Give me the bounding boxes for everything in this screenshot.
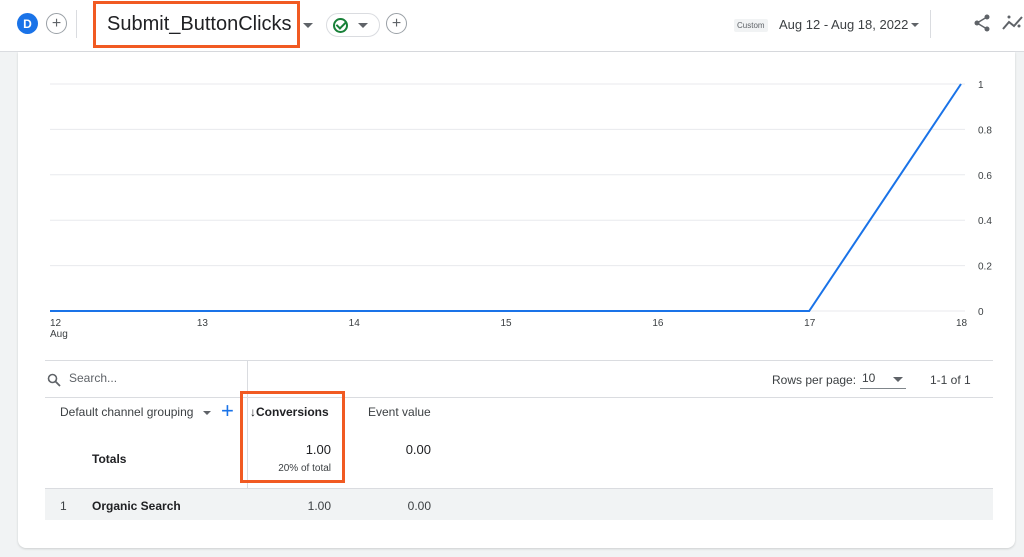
series-line bbox=[50, 83, 962, 312]
insights-icon[interactable] bbox=[1002, 13, 1024, 33]
y-tick-label: 0.4 bbox=[978, 216, 992, 227]
search-icon bbox=[47, 373, 61, 387]
x-tick-sublabel: Aug bbox=[50, 329, 68, 340]
x-tick-label: 14 bbox=[349, 318, 361, 329]
chevron-down-icon[interactable] bbox=[911, 23, 919, 27]
x-tick-label: 13 bbox=[197, 318, 209, 329]
row-event-value: 0.00 bbox=[407, 499, 431, 513]
add-comparison-button[interactable]: + bbox=[46, 13, 67, 34]
chevron-down-icon bbox=[358, 22, 368, 28]
rows-per-page-select[interactable]: 10 bbox=[860, 369, 906, 389]
chart-grid bbox=[50, 83, 965, 312]
plus-icon: + bbox=[391, 14, 402, 32]
y-tick-label: 0.8 bbox=[978, 125, 992, 136]
x-tick-label: 18 bbox=[956, 318, 968, 329]
add-filter-button[interactable]: + bbox=[386, 13, 407, 34]
search-input[interactable] bbox=[69, 371, 239, 385]
report-title[interactable]: Submit_ButtonClicks bbox=[107, 13, 292, 36]
add-dimension-button[interactable]: + bbox=[221, 400, 234, 422]
chevron-down-icon bbox=[893, 377, 903, 382]
line-chart: 0 0.2 0.4 0.6 0.8 1 12 13 14 15 16 17 18 Aug bbox=[50, 80, 992, 340]
conversions-highlight bbox=[240, 391, 345, 483]
x-tick-label: 16 bbox=[652, 318, 664, 329]
status-filter-button[interactable] bbox=[326, 13, 380, 37]
y-tick-label: 0.6 bbox=[978, 171, 992, 182]
top-bar: D + Submit_ButtonClicks + Custom Aug 12 … bbox=[0, 0, 1024, 52]
x-tick-label: 12 bbox=[50, 318, 62, 329]
chevron-down-icon[interactable] bbox=[203, 411, 211, 415]
y-tick-label: 1 bbox=[978, 80, 984, 91]
chevron-down-icon[interactable] bbox=[303, 23, 313, 28]
divider bbox=[76, 10, 77, 38]
totals-event-value: 0.00 bbox=[405, 442, 431, 457]
table-row[interactable]: 1 Organic Search 1.00 0.00 bbox=[45, 488, 993, 520]
x-tick-label: 17 bbox=[804, 318, 816, 329]
dimension-column-header[interactable]: Default channel grouping bbox=[60, 405, 193, 419]
date-range-selector[interactable]: Aug 12 - Aug 18, 2022 bbox=[779, 17, 908, 32]
rows-per-page-value: 10 bbox=[862, 371, 876, 385]
event-value-column-header[interactable]: Event value bbox=[368, 405, 431, 419]
plus-icon: + bbox=[51, 14, 62, 32]
row-channel: Organic Search bbox=[92, 499, 181, 513]
y-tick-label: 0 bbox=[978, 307, 984, 318]
share-icon[interactable] bbox=[972, 13, 992, 33]
totals-label: Totals bbox=[92, 452, 127, 466]
comparison-avatar[interactable]: D bbox=[17, 13, 38, 34]
divider bbox=[930, 10, 931, 38]
row-conversions: 1.00 bbox=[307, 499, 331, 513]
pagination-info: 1-1 of 1 bbox=[930, 373, 971, 387]
x-tick-label: 15 bbox=[501, 318, 513, 329]
y-tick-label: 0.2 bbox=[978, 262, 992, 273]
table-toolbar: Rows per page: 10 1-1 of 1 bbox=[45, 360, 993, 399]
report-title-highlight: Submit_ButtonClicks bbox=[93, 1, 300, 48]
check-circle-icon bbox=[333, 17, 348, 33]
chart-series bbox=[50, 83, 962, 312]
date-label: Custom bbox=[734, 19, 768, 32]
y-axis-ticks: 0 0.2 0.4 0.6 0.8 1 bbox=[978, 80, 992, 318]
x-axis-ticks: 12 13 14 15 16 17 18 Aug bbox=[50, 318, 968, 340]
rows-per-page-label: Rows per page: bbox=[772, 373, 857, 387]
row-index: 1 bbox=[60, 499, 67, 513]
